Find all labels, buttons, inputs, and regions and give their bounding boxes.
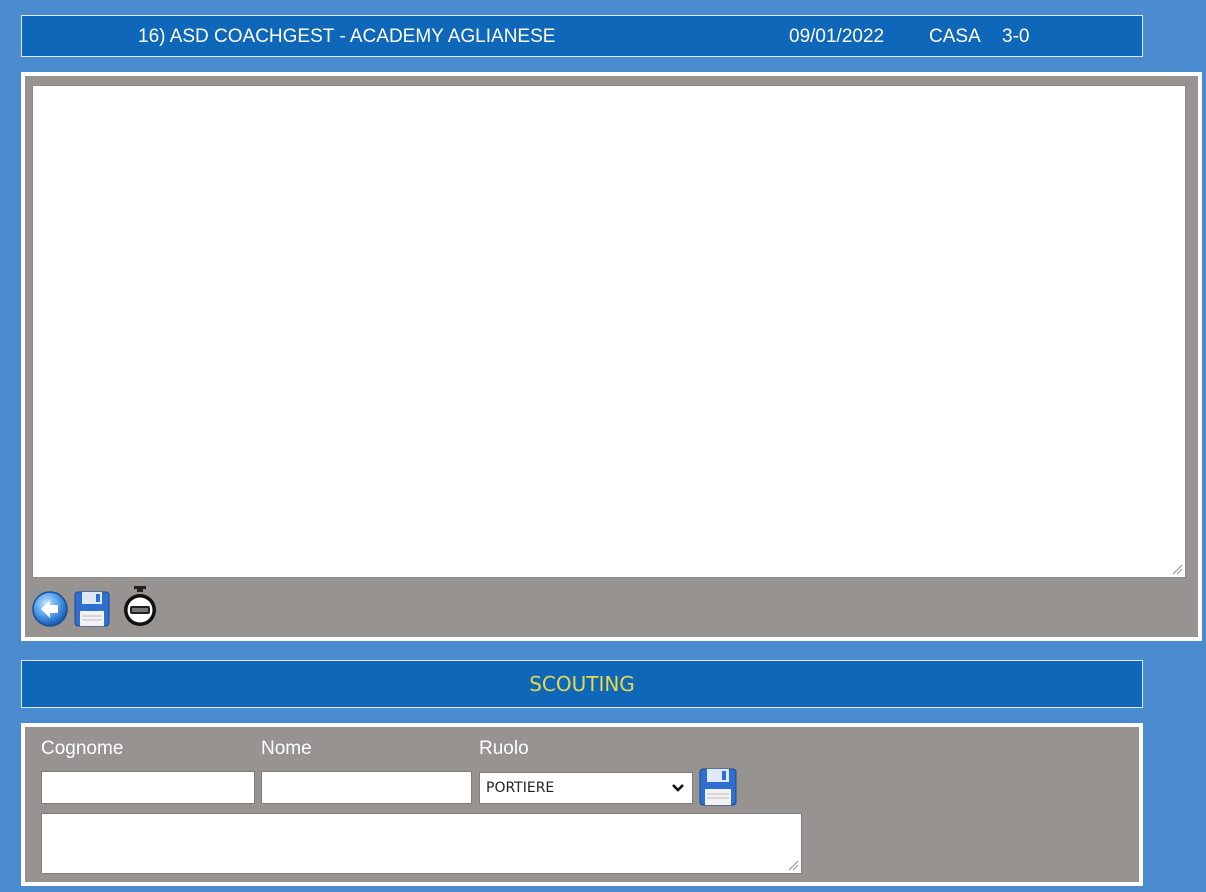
save-notes-button[interactable] — [72, 585, 112, 629]
match-title: 16) ASD COACHGEST - ACADEMY AGLIANESE — [138, 26, 556, 47]
chevron-down-icon — [672, 784, 684, 792]
back-button[interactable] — [30, 585, 70, 629]
match-notes-panel — [21, 72, 1202, 641]
role-select-value: PORTIERE — [486, 780, 555, 796]
save-floppy-icon — [74, 591, 110, 627]
match-venue: CASA — [929, 26, 981, 47]
surname-label: Cognome — [41, 738, 124, 759]
resize-grip-icon[interactable] — [788, 860, 799, 871]
scouting-title-bar: SCOUTING — [21, 660, 1143, 708]
name-input[interactable] — [261, 771, 472, 804]
scouting-title: SCOUTING — [529, 672, 635, 696]
match-score: 3-0 — [1002, 26, 1030, 47]
scouting-notes-textarea[interactable] — [41, 813, 802, 874]
role-select[interactable]: PORTIERE — [479, 772, 693, 804]
stopwatch-button[interactable] — [120, 585, 160, 629]
save-scouting-button[interactable] — [696, 765, 740, 807]
name-label: Nome — [261, 738, 312, 759]
back-arrow-icon — [32, 591, 68, 627]
scouting-form: Cognome Nome Ruolo PORTIERE — [21, 723, 1143, 886]
resize-grip-icon[interactable] — [1172, 564, 1183, 575]
match-notes-textarea[interactable] — [32, 85, 1186, 578]
role-label: Ruolo — [479, 738, 529, 759]
stopwatch-icon — [124, 586, 156, 626]
save-floppy-icon — [699, 768, 737, 806]
match-date: 09/01/2022 — [789, 26, 885, 47]
match-header-bar: 16) ASD COACHGEST - ACADEMY AGLIANESE 09… — [21, 15, 1143, 57]
surname-input[interactable] — [41, 771, 255, 804]
